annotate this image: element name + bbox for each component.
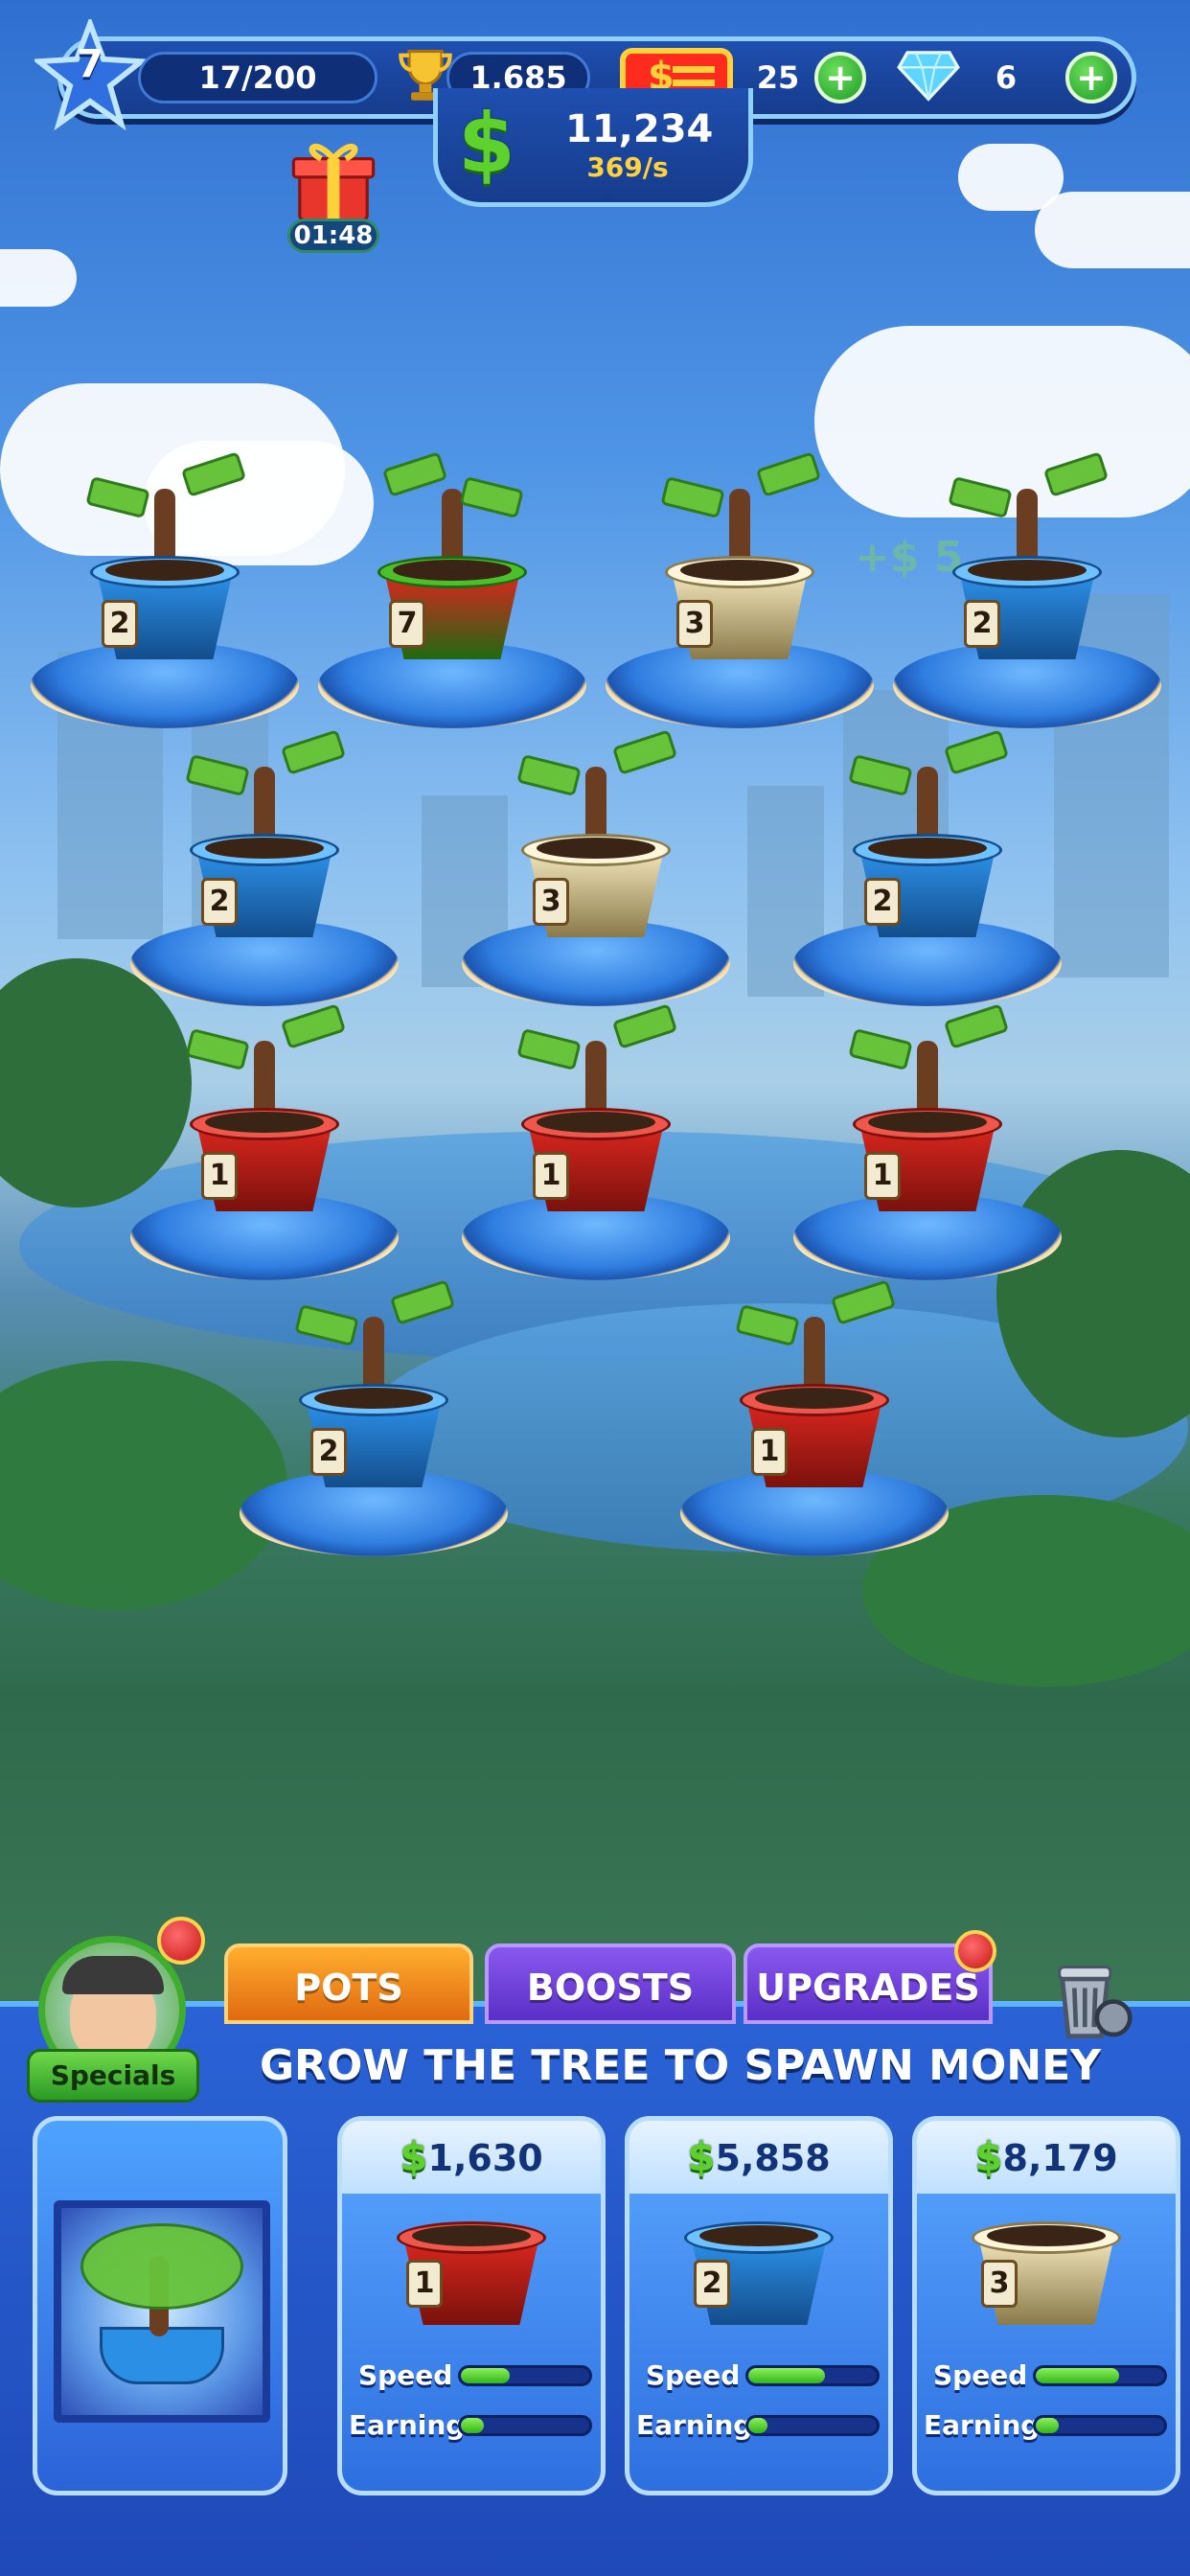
featured-tree-image	[54, 2200, 270, 2423]
speed-bar-fill	[1036, 2368, 1120, 2383]
pot-soil	[987, 2225, 1106, 2246]
pot-level-tag: 1	[201, 1152, 238, 1200]
earning-bar	[1033, 2415, 1167, 2436]
shop-pot-image: 3	[971, 2221, 1122, 2327]
earning-label: Earning	[349, 2409, 466, 2441]
pot-soil	[537, 838, 655, 859]
speed-bar	[745, 2365, 880, 2386]
pot-soil	[205, 1112, 324, 1133]
shop-price-value: 8,179	[1002, 2137, 1118, 2179]
money-tree-pot[interactable]: 1	[185, 1003, 347, 1223]
shop-price: $1,630	[342, 2121, 601, 2194]
pot-level-tag: 2	[694, 2260, 730, 2308]
pot-soil	[537, 1112, 655, 1133]
cloud	[144, 441, 374, 565]
add-gems-button[interactable]: +	[1065, 52, 1117, 104]
money-tree-pot[interactable]: 2	[185, 729, 347, 949]
shop-price-value: 5,858	[715, 2137, 831, 2179]
speed-label: Speed	[646, 2359, 741, 2391]
gift-timer: 01:48	[287, 218, 379, 253]
speed-bar	[458, 2365, 592, 2386]
gem-counter: 6	[995, 59, 1018, 96]
player-level: 7	[77, 42, 103, 86]
add-tickets-button[interactable]: +	[814, 52, 866, 104]
money-tree-pot[interactable]: 2	[85, 451, 247, 671]
money-tree-pot[interactable]: 1	[735, 1279, 897, 1499]
pot-level-tag: 3	[981, 2260, 1018, 2308]
money-tree-pot[interactable]: 2	[294, 1279, 456, 1499]
pot-level-tag: 1	[533, 1152, 569, 1200]
earning-bar	[745, 2415, 880, 2436]
cloud	[0, 249, 77, 307]
upgrades-notification-badge	[954, 1930, 996, 1972]
pot-soil	[105, 560, 224, 581]
pot-level-tag: 1	[406, 2260, 443, 2308]
speed-label: Speed	[358, 2359, 453, 2391]
money-total: 11,234	[565, 107, 714, 151]
money-tree-pot[interactable]: 1	[516, 1003, 678, 1223]
speed-bar-fill	[461, 2368, 510, 2383]
pot-soil	[968, 560, 1087, 581]
cloud	[958, 144, 1064, 211]
pot-soil	[868, 1112, 987, 1133]
money-icon: $	[458, 96, 515, 192]
shop-section-title: GROW THE TREE TO SPAWN MONEY	[259, 2041, 1102, 2090]
price-dollar-icon: $	[400, 2133, 428, 2180]
pot-level-tag: 1	[864, 1152, 901, 1200]
pot-soil	[412, 2225, 531, 2246]
pot-soil	[868, 838, 987, 859]
speed-bar-fill	[748, 2368, 826, 2383]
shop-price-value: 1,630	[427, 2137, 543, 2179]
floating-earning-text: +$ 5	[855, 533, 964, 582]
pot-soil	[393, 560, 512, 581]
earning-bar-fill	[1036, 2418, 1060, 2433]
shop-price: $8,179	[917, 2121, 1176, 2194]
pot-level-tag: 3	[533, 878, 569, 926]
pot-level-tag: 2	[102, 600, 138, 648]
xp-counter: 17/200	[138, 52, 378, 104]
pot-level-tag: 7	[389, 600, 425, 648]
money-tree-pot[interactable]: 7	[377, 451, 528, 671]
pot-soil	[755, 1388, 874, 1409]
pot-soil	[680, 560, 799, 581]
pot-level-tag: 3	[676, 600, 713, 648]
money-tree-pot[interactable]: 3	[660, 451, 822, 671]
money-tree-pot[interactable]: 1	[848, 1003, 1010, 1223]
earning-bar-fill	[748, 2418, 768, 2433]
money-tree-pot[interactable]: 2	[948, 451, 1110, 671]
earning-bar	[458, 2415, 592, 2436]
avatar-cap	[62, 1956, 164, 1994]
pot-soil	[205, 838, 324, 859]
specials-button[interactable]: Specials	[27, 2049, 199, 2103]
price-dollar-icon: $	[687, 2133, 716, 2180]
specials-notification-badge	[157, 1917, 205, 1965]
pot-level-tag: 2	[310, 1428, 347, 1476]
shop-pot-image: 2	[683, 2221, 835, 2327]
speed-label: Speed	[933, 2359, 1028, 2391]
tab-boosts[interactable]: BOOSTS	[485, 1944, 736, 2024]
earning-label: Earning	[636, 2409, 753, 2441]
earning-label: Earning	[924, 2409, 1041, 2441]
bush	[0, 1361, 287, 1610]
speed-bar	[1033, 2365, 1167, 2386]
shop-price: $5,858	[629, 2121, 888, 2194]
money-tree-pot[interactable]: 2	[848, 729, 1010, 949]
trash-icon[interactable]	[1044, 1955, 1134, 2045]
cloud	[1035, 192, 1190, 268]
gift-icon[interactable]	[287, 134, 379, 226]
pot-level-tag: 2	[864, 878, 901, 926]
money-per-second: 369/s	[586, 151, 669, 183]
pot-level-tag: 2	[964, 600, 1000, 648]
earning-bar-fill	[461, 2418, 485, 2433]
shop-pot-image: 1	[396, 2221, 547, 2327]
price-dollar-icon: $	[974, 2133, 1003, 2180]
tab-pots[interactable]: POTS	[224, 1944, 473, 2024]
pot-level-tag: 2	[201, 878, 238, 926]
pot-soil	[699, 2225, 818, 2246]
pot-level-tag: 1	[751, 1428, 788, 1476]
money-tree-pot[interactable]: 3	[516, 729, 678, 949]
pot-soil	[314, 1388, 433, 1409]
